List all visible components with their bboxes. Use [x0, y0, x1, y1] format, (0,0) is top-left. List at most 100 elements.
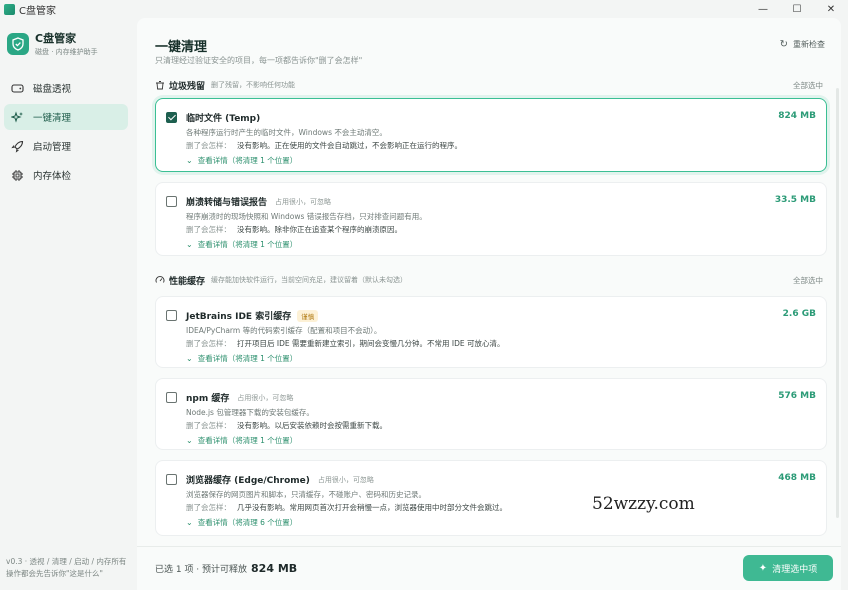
- trash-icon: [155, 80, 165, 90]
- main-panel: 一键清理 只清理经过验证安全的项目，每一项都告诉你"删了会怎样" ↻ 重新检查 …: [137, 18, 841, 590]
- clean-item-card[interactable]: JetBrains IDE 索引缓存 谨慎 2.6 GB IDEA/PyChar…: [155, 296, 827, 368]
- scrollbar[interactable]: [836, 88, 839, 518]
- item-desc: 程序崩溃时的现场快照和 Windows 错误报告存档，只对排查问题有用。: [186, 212, 427, 221]
- rocket-icon: [10, 139, 24, 153]
- caution-badge: 谨慎: [297, 309, 319, 322]
- item-name: JetBrains IDE 索引缓存: [186, 312, 292, 322]
- sidebar-item-label: 启动管理: [33, 142, 72, 153]
- clean-item-card[interactable]: npm 缓存 占用很小，可忽略 576 MB Node.js 包管理器下载的安装…: [155, 378, 827, 450]
- app-icon: [4, 3, 15, 15]
- clean-selected-button[interactable]: ✦ 清理选中项: [743, 555, 833, 581]
- item-desc: 浏览器保存的网页图片和脚本，只清缓存，不碰账户、密码和历史记录。: [186, 490, 426, 499]
- impact-text: 几乎没有影响。常用网页首次打开会稍慢一点，浏览器使用中时部分文件会跳过。: [237, 503, 507, 512]
- impact-text: 没有影响。正在使用的文件会自动跳过，不会影响正在运行的程序。: [237, 141, 462, 150]
- item-name-row: 临时文件 (Temp): [186, 111, 260, 124]
- item-size: 33.5 MB: [774, 195, 816, 205]
- chevron-down-icon: ⌄: [186, 436, 193, 445]
- impact-text: 没有影响。以后安装依赖时会按需重新下载。: [237, 421, 387, 430]
- detail-label: 查看详情（将清理 1 个位置）: [197, 436, 298, 445]
- shield-check-icon: [7, 32, 29, 55]
- sidebar: C盘管家 磁盘 · 内存维护助手 磁盘透视 一键清理 启动管理 内存体检 v0.…: [0, 18, 136, 590]
- item-checkbox[interactable]: [166, 196, 177, 207]
- item-name: 浏览器缓存 (Edge/Chrome): [186, 476, 310, 486]
- action-footer: 已选 1 项 · 预计可释放 824 MB ✦ 清理选中项: [137, 546, 841, 590]
- brand-name: C盘管家: [35, 32, 77, 45]
- item-tag: 占用很小，可忽略: [275, 197, 332, 206]
- chevron-down-icon: ⌄: [186, 156, 193, 165]
- item-desc: IDEA/PyCharm 等的代码索引缓存（配置和项目不会动）。: [186, 326, 382, 335]
- detail-label: 查看详情（将清理 1 个位置）: [197, 156, 298, 165]
- item-detail-link[interactable]: ⌄ 查看详情（将清理 1 个位置）: [186, 155, 297, 166]
- select-all-link[interactable]: 全部选中: [793, 80, 823, 91]
- item-impact: 删了会怎样： 没有影响。正在使用的文件会自动跳过，不会影响正在运行的程序。: [186, 140, 462, 151]
- impact-label: 删了会怎样：: [186, 225, 231, 234]
- window-controls: — ☐ ✕: [746, 0, 848, 18]
- item-size: 468 MB: [778, 473, 816, 483]
- item-checkbox[interactable]: [166, 474, 177, 485]
- window-title: C盘管家: [19, 5, 56, 17]
- sidebar-item-disk[interactable]: 磁盘透视: [4, 75, 128, 101]
- page-subtitle: 只清理经过验证安全的项目，每一项都告诉你"删了会怎样": [155, 56, 363, 65]
- item-name-row: 崩溃转储与错误报告 占用很小，可忽略: [186, 195, 332, 209]
- item-checkbox[interactable]: [166, 310, 177, 321]
- gauge-icon: [155, 275, 165, 285]
- clean-item-card[interactable]: 崩溃转储与错误报告 占用很小，可忽略 33.5 MB 程序崩溃时的现场快照和 W…: [155, 182, 827, 256]
- impact-label: 删了会怎样：: [186, 421, 231, 430]
- section-title: 性能缓存: [169, 276, 206, 287]
- select-all-link[interactable]: 全部选中: [793, 275, 823, 286]
- item-name: 崩溃转储与错误报告: [186, 198, 268, 208]
- item-tag: 占用很小，可忽略: [237, 393, 294, 402]
- page-title: 一键清理: [155, 40, 208, 55]
- chevron-down-icon: ⌄: [186, 240, 193, 249]
- summary-prefix: 已选 1 项 · 预计可释放: [155, 565, 248, 575]
- item-detail-link[interactable]: ⌄ 查看详情（将清理 1 个位置）: [186, 435, 297, 446]
- maximize-button[interactable]: ☐: [780, 0, 814, 18]
- section-header-junk: 垃圾残留 删了残留，不影响任何功能 全部选中: [155, 78, 823, 92]
- sidebar-nav: 磁盘透视 一键清理 启动管理 内存体检: [0, 75, 136, 188]
- item-size: 576 MB: [778, 391, 816, 401]
- selection-summary: 已选 1 项 · 预计可释放 824 MB: [155, 562, 297, 575]
- sidebar-item-clean[interactable]: 一键清理: [4, 104, 128, 130]
- item-impact: 删了会怎样： 几乎没有影响。常用网页首次打开会稍慢一点，浏览器使用中时部分文件会跳…: [186, 502, 507, 513]
- item-impact: 删了会怎样： 没有影响。以后安装依赖时会按需重新下载。: [186, 420, 387, 431]
- minimize-button[interactable]: —: [746, 0, 780, 18]
- summary-value: 824 MB: [251, 562, 298, 575]
- item-checkbox[interactable]: [166, 112, 177, 123]
- close-button[interactable]: ✕: [814, 0, 848, 18]
- item-name-row: npm 缓存 占用很小，可忽略: [186, 391, 294, 405]
- sparkle-icon: ✦: [758, 562, 768, 574]
- item-desc: Node.js 包管理器下载的安装包缓存。: [186, 408, 314, 417]
- clean-label: 清理选中项: [772, 564, 818, 575]
- sidebar-footer: v0.3 · 透视 / 清理 / 启动 / 内存所有操作都会先告诉你"这是什么": [6, 557, 127, 578]
- detail-label: 查看详情（将清理 1 个位置）: [197, 354, 298, 363]
- title-bar: C盘管家 — ☐ ✕: [0, 0, 848, 18]
- impact-text: 没有影响。除非你正在追查某个程序的崩溃原因。: [237, 225, 402, 234]
- item-size: 2.6 GB: [782, 309, 816, 319]
- chip-icon: [10, 168, 24, 182]
- item-size: 824 MB: [778, 111, 816, 121]
- item-detail-link[interactable]: ⌄ 查看详情（将清理 6 个位置）: [186, 517, 297, 528]
- impact-text: 打开项目后 IDE 需要重新建立索引，期间会变慢几分钟。不常用 IDE 可放心清…: [237, 339, 505, 348]
- item-checkbox[interactable]: [166, 392, 177, 403]
- detail-label: 查看详情（将清理 1 个位置）: [197, 240, 298, 249]
- clean-item-card[interactable]: 临时文件 (Temp) 824 MB 各种程序运行时产生的临时文件，Window…: [155, 98, 827, 172]
- disk-icon: [10, 81, 24, 95]
- impact-label: 删了会怎样：: [186, 141, 231, 150]
- recheck-button[interactable]: ↻ 重新检查: [780, 39, 825, 50]
- item-name-row: JetBrains IDE 索引缓存 谨慎: [186, 309, 319, 322]
- section-desc: 删了残留，不影响任何功能: [211, 81, 296, 89]
- impact-label: 删了会怎样：: [186, 339, 231, 348]
- detail-label: 查看详情（将清理 6 个位置）: [197, 518, 298, 527]
- item-detail-link[interactable]: ⌄ 查看详情（将清理 1 个位置）: [186, 353, 297, 364]
- clean-item-card[interactable]: 浏览器缓存 (Edge/Chrome) 占用很小，可忽略 468 MB 浏览器保…: [155, 460, 827, 536]
- item-desc: 各种程序运行时产生的临时文件，Windows 不会主动清空。: [186, 128, 387, 137]
- watermark: 52wzzy.com: [592, 494, 695, 514]
- refresh-icon: ↻: [779, 39, 788, 50]
- recheck-label: 重新检查: [793, 40, 825, 49]
- sidebar-item-memory[interactable]: 内存体检: [4, 162, 128, 188]
- item-impact: 删了会怎样： 没有影响。除非你正在追查某个程序的崩溃原因。: [186, 224, 402, 235]
- sidebar-item-label: 内存体检: [33, 171, 72, 182]
- sidebar-item-startup[interactable]: 启动管理: [4, 133, 128, 159]
- section-title: 垃圾残留: [169, 81, 206, 92]
- item-detail-link[interactable]: ⌄ 查看详情（将清理 1 个位置）: [186, 239, 297, 250]
